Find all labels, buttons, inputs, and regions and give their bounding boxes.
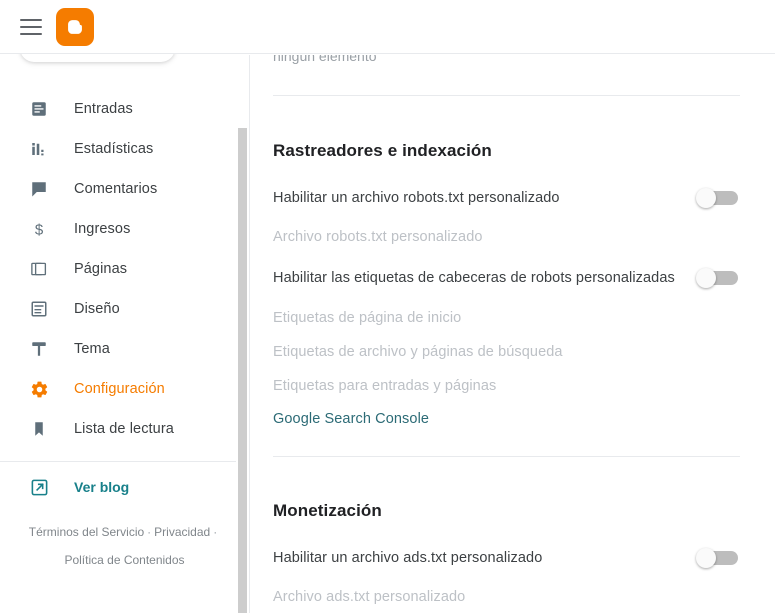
setting-subtext-robots-file[interactable]: Archivo robots.txt personalizado (273, 229, 740, 245)
sidebar-item-lista-de-lectura[interactable]: Lista de lectura (0, 409, 249, 449)
layout-icon (28, 298, 50, 320)
content-policy-link[interactable]: Política de Contenidos (64, 553, 184, 567)
sidebar-item-diseno[interactable]: Diseño (0, 289, 249, 329)
clipped-previous-section-text: ningún elemento (273, 55, 740, 69)
pages-icon (28, 258, 50, 280)
sidebar-item-configuracion[interactable]: Configuración (0, 369, 249, 409)
external-link-icon (28, 476, 50, 498)
section-title-rastreadores: Rastreadores e indexación (273, 141, 492, 160)
hamburger-menu-icon[interactable] (20, 16, 44, 38)
setting-row-ads-txt[interactable]: Habilitar un archivo ads.txt personaliza… (273, 548, 740, 568)
sidebar-item-paginas[interactable]: Páginas (0, 249, 249, 289)
toggle-thumb (696, 188, 716, 208)
bookmark-icon (28, 418, 50, 440)
sidebar-navigation: Entradas Estadísticas Comentarios $ Ingr… (0, 55, 250, 613)
setting-row-robots-txt[interactable]: Habilitar un archivo robots.txt personal… (273, 188, 740, 208)
vertical-scrollbar-thumb[interactable] (238, 128, 247, 613)
legal-links: Términos del Servicio · Privacidad · Políti… (0, 518, 249, 574)
posts-icon (28, 98, 50, 120)
toggle-thumb (696, 548, 716, 568)
setting-label: Habilitar un archivo robots.txt personal… (273, 190, 560, 206)
sidebar-item-label: Estadísticas (74, 141, 154, 157)
sidebar-item-entradas[interactable]: Entradas (0, 89, 249, 129)
top-app-bar (0, 0, 775, 54)
legal-separator: · (213, 525, 218, 539)
sidebar-item-label: Entradas (74, 101, 133, 117)
settings-content-inner: ningún elemento Rastreadores e indexació… (250, 55, 775, 605)
blogger-settings-page: Entradas Estadísticas Comentarios $ Ingr… (0, 0, 775, 613)
sidebar-item-label: Páginas (74, 261, 128, 277)
setting-label: Habilitar las etiquetas de cabeceras de … (273, 270, 675, 286)
sidebar-divider (0, 461, 249, 462)
setting-subtext-archive-search-tags[interactable]: Etiquetas de archivo y páginas de búsque… (273, 344, 740, 360)
stats-icon (28, 138, 50, 160)
sidebar-item-ingresos[interactable]: $ Ingresos (0, 209, 249, 249)
toggle-robots-txt[interactable] (696, 188, 740, 208)
sidebar-item-label: Configuración (74, 381, 165, 397)
svg-text:$: $ (35, 221, 44, 238)
earnings-icon: $ (28, 218, 50, 240)
settings-content-area: ningún elemento Rastreadores e indexació… (250, 55, 775, 613)
section-title-monetizacion: Monetización (273, 501, 382, 520)
privacy-link[interactable]: Privacidad (154, 525, 210, 539)
clipped-text-value: ningún elemento (273, 55, 377, 64)
view-blog-link[interactable]: Ver blog (0, 470, 249, 504)
section-divider (273, 456, 740, 457)
setting-label: Habilitar un archivo ads.txt personaliza… (273, 550, 543, 566)
toggle-thumb (696, 268, 716, 288)
setting-subtext-post-page-tags[interactable]: Etiquetas para entradas y páginas (273, 378, 740, 394)
theme-icon (28, 338, 50, 360)
toggle-robot-header-tags[interactable] (696, 268, 740, 288)
sidebar-item-label: Tema (74, 341, 110, 357)
sidebar-item-label: Ingresos (74, 221, 131, 237)
setting-subtext-home-page-tags[interactable]: Etiquetas de página de inicio (273, 310, 740, 326)
hamburger-line (20, 19, 42, 21)
view-blog-label: Ver blog (74, 479, 130, 495)
sidebar-item-tema[interactable]: Tema (0, 329, 249, 369)
setting-subtext-ads-file[interactable]: Archivo ads.txt personalizado (273, 589, 740, 605)
logo-glyph (56, 8, 94, 46)
gear-icon (28, 378, 50, 400)
sidebar-item-estadisticas[interactable]: Estadísticas (0, 129, 249, 169)
comments-icon (28, 178, 50, 200)
sidebar-item-comentarios[interactable]: Comentarios (0, 169, 249, 209)
setting-row-robot-header-tags[interactable]: Habilitar las etiquetas de cabeceras de … (273, 268, 740, 288)
section-divider (273, 95, 740, 96)
sidebar-item-label: Lista de lectura (74, 421, 174, 437)
sidebar-item-label: Diseño (74, 301, 120, 317)
google-search-console-link[interactable]: Google Search Console (273, 411, 740, 427)
sidebar-item-label: Comentarios (74, 181, 158, 197)
hamburger-line (20, 33, 42, 35)
logo-square (56, 8, 94, 46)
hamburger-line (20, 26, 42, 28)
terms-of-service-link[interactable]: Términos del Servicio (29, 525, 144, 539)
blogger-logo-icon[interactable] (56, 8, 94, 46)
legal-separator: · (147, 525, 152, 539)
toggle-ads-txt[interactable] (696, 548, 740, 568)
